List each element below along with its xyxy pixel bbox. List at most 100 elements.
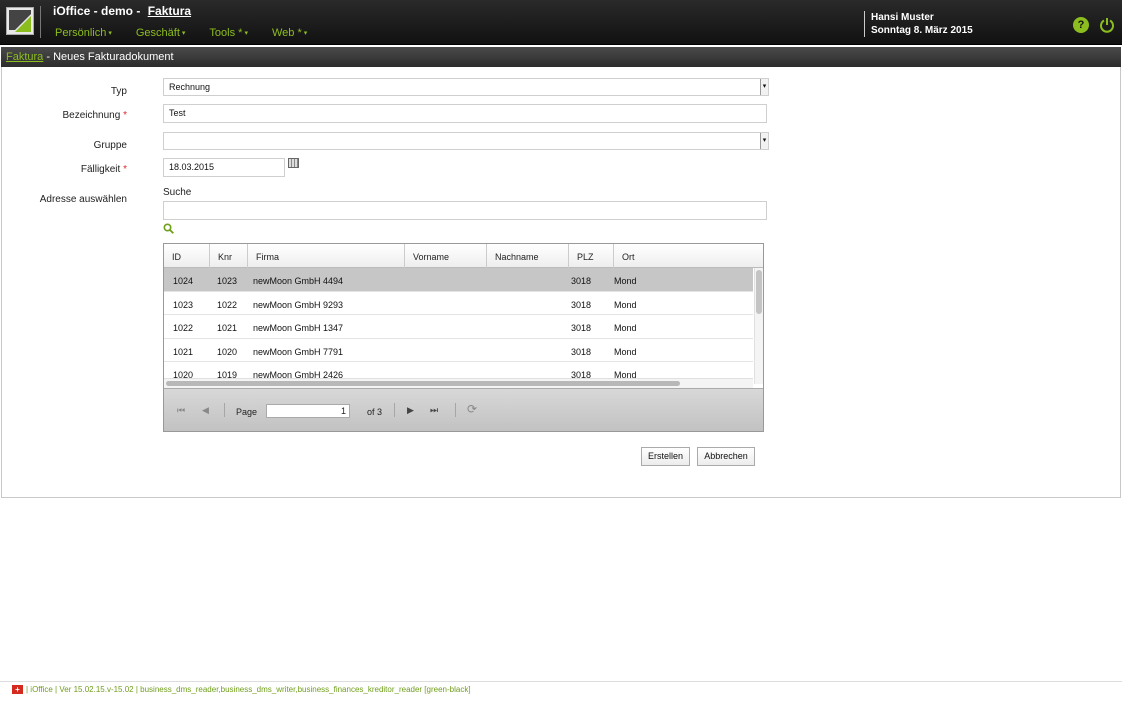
logo-divider: [40, 6, 41, 38]
nav-web[interactable]: Web * ▾: [272, 27, 307, 39]
prev-page-icon[interactable]: ◀: [202, 405, 209, 416]
grid-header: ID Knr Firma Vorname Nachname PLZ Ort: [164, 244, 763, 268]
cell-id: 1024: [173, 276, 194, 286]
app-title: iOffice - demo - Faktura: [53, 4, 191, 18]
faelligkeit-input[interactable]: 18.03.2015: [163, 158, 285, 177]
cell-ort: Mond: [614, 299, 637, 310]
nav-tools[interactable]: Tools * ▾: [209, 27, 248, 39]
gruppe-select[interactable]: ▾: [163, 132, 769, 150]
module-title-link[interactable]: Faktura: [148, 4, 191, 18]
pager-divider: [224, 403, 225, 417]
user-name: Hansi Muster: [871, 12, 934, 23]
app-name: iOffice - demo -: [53, 4, 141, 18]
cell-plz: 3018: [571, 276, 592, 286]
breadcrumb: Faktura - Neues Fakturadokument: [1, 47, 1121, 67]
refresh-icon[interactable]: ⟳: [467, 402, 477, 416]
footer: + | iOffice | Ver 15.02.15.v-15.02 | bus…: [0, 681, 1122, 703]
cell-ort: Mond: [614, 323, 637, 333]
user-info: Hansi Muster Sonntag 8. März 2015: [864, 11, 973, 37]
typ-select[interactable]: Rechnung ▾: [163, 78, 769, 96]
chevron-down-icon: ▾: [108, 30, 112, 37]
bezeichnung-label: Bezeichnung *: [7, 110, 127, 121]
column-header-knr[interactable]: Knr: [210, 244, 248, 268]
bezeichnung-input[interactable]: Test: [163, 104, 767, 123]
vertical-scrollbar[interactable]: [754, 268, 763, 384]
adresse-label: Adresse auswählen: [39, 194, 127, 205]
chevron-down-icon[interactable]: ▾: [760, 133, 768, 149]
pager-divider: [394, 403, 395, 417]
page-count-label: of 3: [367, 407, 383, 417]
nav-label: Persönlich: [55, 27, 107, 39]
required-marker: *: [123, 110, 127, 121]
table-row[interactable]: 1022 1021 newMoon GmbH 1347 3018 Mond: [164, 315, 753, 339]
horizontal-scrollbar[interactable]: [164, 378, 753, 388]
table-row[interactable]: 1023 1022 newMoon GmbH 9293 3018 Mond: [164, 292, 753, 315]
swiss-flag-icon: +: [12, 685, 23, 694]
nav-label: Geschäft: [135, 27, 180, 39]
search-icon[interactable]: [163, 223, 174, 234]
cell-ort: Mond: [614, 276, 637, 286]
pager-divider: [455, 403, 456, 417]
breadcrumb-current: Neues Fakturadokument: [53, 51, 174, 63]
cell-ort: Mond: [614, 346, 637, 357]
column-header-nachname[interactable]: Nachname: [487, 244, 569, 268]
first-page-icon[interactable]: ⏮: [177, 405, 185, 416]
cell-id: 1021: [173, 346, 194, 357]
nav-persoenlich[interactable]: Persönlich ▾: [55, 27, 112, 39]
column-header-firma[interactable]: Firma: [248, 244, 405, 268]
label-text: Fälligkeit: [80, 164, 121, 175]
erstellen-button[interactable]: Erstellen: [641, 447, 690, 466]
nav-label: Web *: [271, 27, 302, 39]
cell-firma: newMoon GmbH 4494: [253, 276, 344, 286]
table-row[interactable]: 1021 1020 newMoon GmbH 7791 3018 Mond: [164, 339, 753, 362]
abbrechen-button[interactable]: Abbrechen: [697, 447, 755, 466]
last-page-icon[interactable]: ⏭: [430, 405, 438, 416]
chevron-down-icon: ▾: [181, 30, 186, 37]
footer-version-info: | iOffice | Ver 15.02.15.v-15.02 | busin…: [26, 685, 471, 694]
column-header-vorname[interactable]: Vorname: [405, 244, 487, 268]
ioffice-logo[interactable]: [6, 7, 34, 35]
cell-plz: 3018: [571, 323, 592, 333]
page-number-input[interactable]: 1: [266, 404, 350, 418]
cell-firma: newMoon GmbH 7791: [253, 346, 344, 357]
faelligkeit-label: Fälligkeit *: [7, 164, 127, 175]
typ-label: Typ: [110, 86, 127, 97]
cell-id: 1023: [173, 299, 194, 310]
cell-plz: 3018: [571, 299, 592, 310]
top-header: iOffice - demo - Faktura Persönlich ▾ Ges…: [0, 0, 1122, 45]
search-input[interactable]: [163, 201, 767, 220]
chevron-down-icon[interactable]: ▾: [760, 79, 768, 95]
cell-firma: newMoon GmbH 1347: [253, 323, 344, 333]
gruppe-label: Gruppe: [93, 140, 127, 151]
column-header-ort[interactable]: Ort: [614, 244, 763, 268]
cell-knr: 1023: [217, 276, 238, 286]
chevron-down-icon: ▾: [244, 30, 248, 37]
table-row[interactable]: 1024 1023 newMoon GmbH 4494 3018 Mond: [164, 268, 753, 292]
current-date: Sonntag 8. März 2015: [871, 25, 973, 36]
nav-geschaeft[interactable]: Geschäft ▾: [136, 27, 186, 39]
breadcrumb-faktura-link[interactable]: Faktura: [6, 51, 43, 63]
breadcrumb-separator: -: [43, 51, 54, 63]
cell-id: 1022: [173, 323, 194, 333]
required-marker: *: [123, 164, 127, 175]
grid-body: 1024 1023 newMoon GmbH 4494 3018 Mond 10…: [164, 268, 753, 384]
column-header-plz[interactable]: PLZ: [569, 244, 614, 268]
next-page-icon[interactable]: ▶: [407, 405, 414, 416]
grid-pager: ⏮ ◀ Page 1 of 3 ▶ ⏭ ⟳: [164, 388, 763, 431]
label-text: Bezeichnung: [62, 110, 121, 121]
help-icon[interactable]: ?: [1073, 17, 1089, 33]
typ-value: Rechnung: [169, 82, 211, 92]
cell-knr: 1020: [217, 346, 238, 357]
chevron-down-icon: ▾: [303, 30, 308, 37]
cell-plz: 3018: [571, 346, 592, 357]
power-icon[interactable]: [1099, 17, 1115, 33]
horizontal-scroll-thumb[interactable]: [166, 381, 680, 386]
main-nav: Persönlich ▾ Geschäft ▾ Tools * ▾ Web * ▾: [55, 27, 331, 39]
cell-knr: 1021: [217, 323, 238, 333]
column-header-id[interactable]: ID: [164, 244, 210, 268]
cell-firma: newMoon GmbH 9293: [253, 299, 344, 310]
address-grid: ID Knr Firma Vorname Nachname PLZ Ort 10…: [163, 243, 764, 432]
calendar-icon[interactable]: [288, 158, 299, 168]
nav-label: Tools *: [209, 27, 243, 39]
vertical-scroll-thumb[interactable]: [756, 270, 762, 314]
